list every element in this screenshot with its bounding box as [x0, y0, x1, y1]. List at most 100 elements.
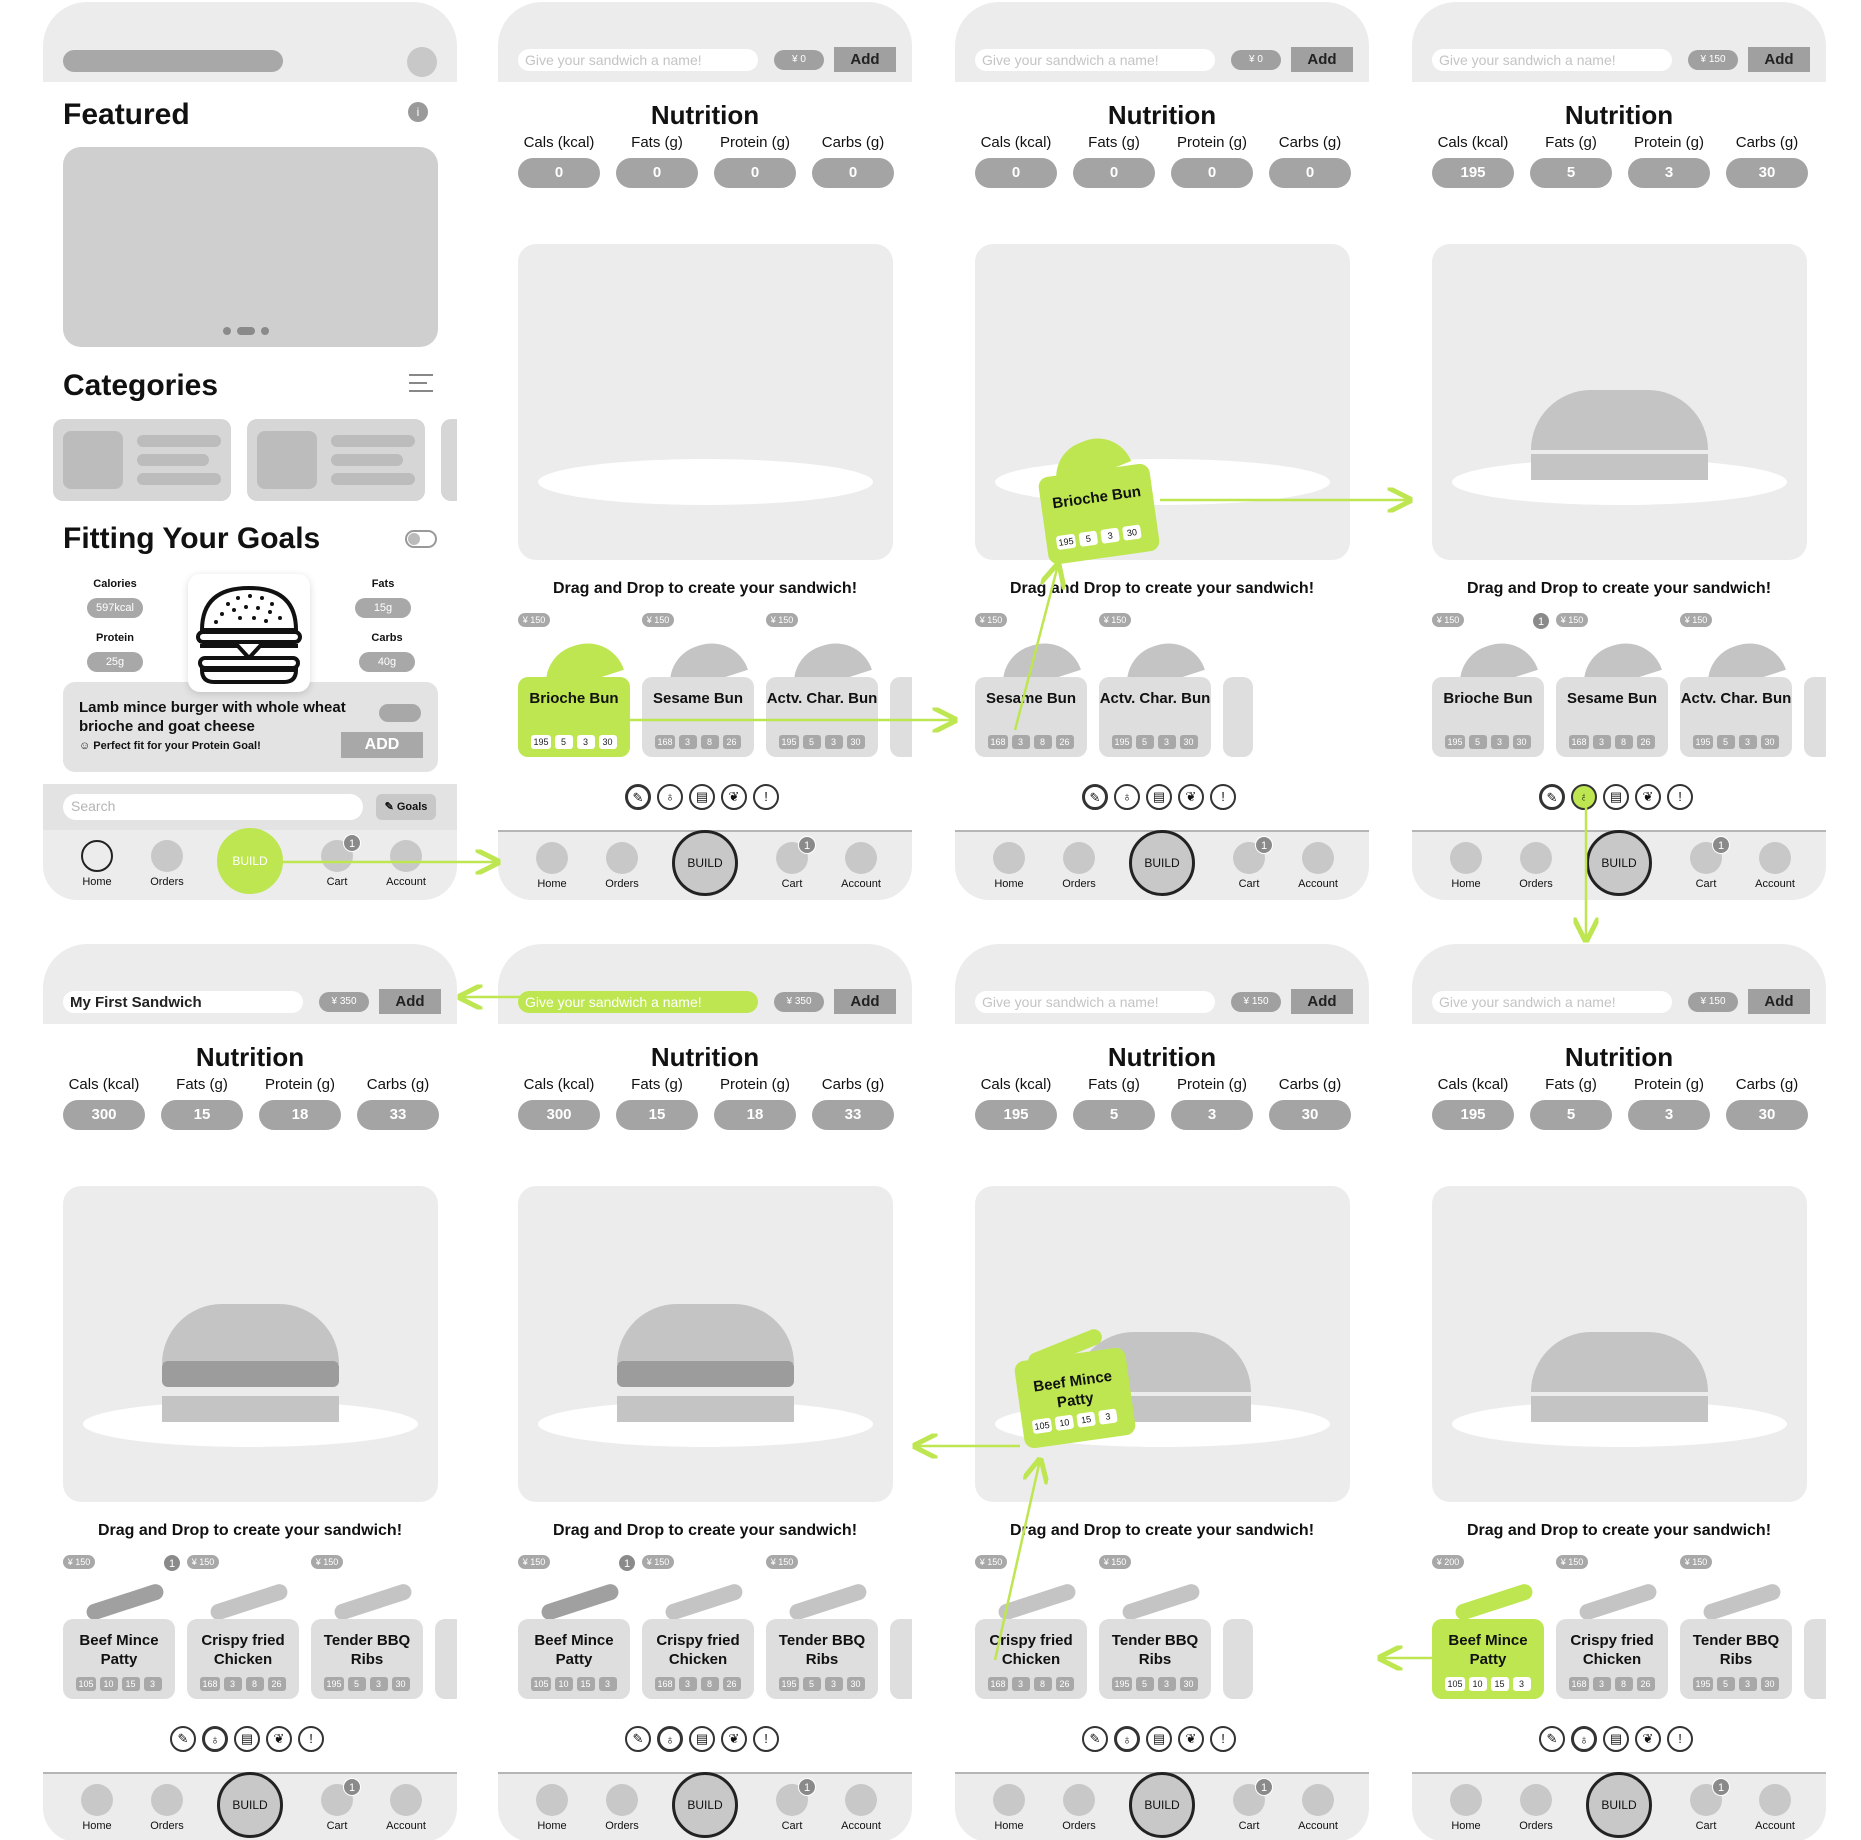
nav-home[interactable]: Home: [522, 1784, 582, 1832]
nav-orders[interactable]: Orders: [1506, 842, 1566, 890]
sandwich-stage[interactable]: [1432, 1186, 1807, 1502]
ingredient-card[interactable]: ¥ 150 Sesame Bun 168 3 8 26: [975, 607, 1087, 757]
ingredient-card[interactable]: ¥ 150 Sesame Bun 168 3 8 26: [1556, 607, 1668, 757]
veggie-category-icon[interactable]: ❦: [1178, 784, 1204, 810]
ingredient-card[interactable]: ¥ 150 Brioche Bun 195 5 3 30: [518, 607, 630, 757]
build-button[interactable]: BUILD: [217, 1772, 283, 1838]
sauce-category-icon[interactable]: !: [753, 1726, 779, 1752]
ingredient-card[interactable]: ¥ 150 Actv. Char. Bun 195 5 3 30: [1099, 607, 1211, 757]
meat-category-icon[interactable]: ♁: [1114, 784, 1140, 810]
nav-home[interactable]: Home: [979, 842, 1039, 890]
nav-cart[interactable]: 1 Cart: [307, 1778, 367, 1832]
meat-category-icon[interactable]: ♁: [1571, 784, 1597, 810]
meat-category-icon[interactable]: ♁: [1114, 1726, 1140, 1752]
sandwich-stage[interactable]: [518, 244, 893, 560]
menu-lines-icon[interactable]: [409, 374, 433, 394]
nav-orders[interactable]: Orders: [1049, 842, 1109, 890]
veggie-category-icon[interactable]: ❦: [1635, 1726, 1661, 1752]
nav-account[interactable]: Account: [831, 1784, 891, 1832]
nav-orders[interactable]: Orders: [1049, 1784, 1109, 1832]
build-button[interactable]: BUILD: [1586, 830, 1652, 896]
build-button[interactable]: BUILD: [1129, 830, 1195, 896]
nav-cart[interactable]: 1 Cart: [762, 836, 822, 890]
nav-account[interactable]: Account: [831, 842, 891, 890]
nav-cart[interactable]: 1 Cart: [1219, 836, 1279, 890]
sandwich-name-input[interactable]: Give your sandwich a name!: [518, 991, 758, 1013]
goals-toggle[interactable]: [405, 530, 437, 548]
sandwich-name-input[interactable]: Give your sandwich a name!: [975, 49, 1215, 71]
ingredient-card[interactable]: [1804, 1549, 1826, 1699]
ingredient-card[interactable]: ¥ 150 Sesame Bun 168 3 8 26: [642, 607, 754, 757]
veggie-category-icon[interactable]: ❦: [1178, 1726, 1204, 1752]
ingredient-card[interactable]: ¥ 150 Tender BBQ Ribs 195 5 3 30: [311, 1549, 423, 1699]
info-icon[interactable]: i: [408, 102, 428, 122]
nav-account[interactable]: Account: [1745, 842, 1805, 890]
sandwich-name-input[interactable]: My First Sandwich: [63, 991, 303, 1013]
recommended-item-card[interactable]: Lamb mince burger with whole wheat brioc…: [63, 682, 438, 772]
nav-orders[interactable]: Orders: [137, 1784, 197, 1832]
ingredient-card[interactable]: ¥ 150 1 Brioche Bun 195 5 3 30: [1432, 607, 1550, 757]
ingredient-card[interactable]: ¥ 150 Crispy fried Chicken 168 3 8 26: [1556, 1549, 1668, 1699]
sauce-category-icon[interactable]: !: [1210, 1726, 1236, 1752]
ingredient-card[interactable]: ¥ 150 Crispy fried Chicken 168 3 8 26: [642, 1549, 754, 1699]
meat-category-icon[interactable]: ♁: [657, 1726, 683, 1752]
ingredient-card[interactable]: [435, 1549, 457, 1699]
sandwich-name-input[interactable]: Give your sandwich a name!: [518, 49, 758, 71]
sauce-category-icon[interactable]: !: [1667, 1726, 1693, 1752]
search-input[interactable]: Search: [63, 794, 363, 820]
featured-carousel[interactable]: [63, 147, 438, 347]
sandwich-stage[interactable]: [975, 244, 1350, 560]
sandwich-stage[interactable]: [518, 1186, 893, 1502]
add-sandwich-button[interactable]: Add: [1291, 989, 1353, 1014]
ingredient-card[interactable]: [890, 607, 912, 757]
ingredient-card[interactable]: ¥ 150 Crispy fried Chicken 168 3 8 26: [975, 1549, 1087, 1699]
cheese-category-icon[interactable]: ▤: [234, 1726, 260, 1752]
ingredient-card[interactable]: ¥ 150 Tender BBQ Ribs 195 5 3 30: [1680, 1549, 1792, 1699]
nav-orders[interactable]: Orders: [137, 840, 197, 888]
bread-category-icon[interactable]: ✎: [625, 1726, 651, 1752]
dragged-ingredient[interactable]: Beef Mince Patty 105 10 15 3: [1013, 1326, 1137, 1450]
add-sandwich-button[interactable]: Add: [379, 989, 441, 1014]
add-recommended-button[interactable]: ADD: [341, 732, 423, 758]
nav-account[interactable]: Account: [376, 1784, 436, 1832]
veggie-category-icon[interactable]: ❦: [721, 1726, 747, 1752]
add-sandwich-button[interactable]: Add: [834, 989, 896, 1014]
cheese-category-icon[interactable]: ▤: [689, 1726, 715, 1752]
nav-cart[interactable]: 1 Cart: [307, 834, 367, 888]
goals-button[interactable]: ✎ Goals: [376, 794, 436, 820]
nav-orders[interactable]: Orders: [1506, 1784, 1566, 1832]
sandwich-stage[interactable]: [1432, 244, 1807, 560]
nav-account[interactable]: Account: [376, 840, 436, 888]
ingredient-card[interactable]: ¥ 150 1 Beef Mince Patty 105 10 15 3: [63, 1549, 181, 1699]
bread-category-icon[interactable]: ✎: [1082, 1726, 1108, 1752]
bread-category-icon[interactable]: ✎: [625, 784, 651, 810]
add-sandwich-button[interactable]: Add: [1291, 47, 1353, 72]
cheese-category-icon[interactable]: ▤: [1603, 784, 1629, 810]
meat-category-icon[interactable]: ♁: [1571, 1726, 1597, 1752]
nav-cart[interactable]: 1 Cart: [762, 1778, 822, 1832]
nav-home[interactable]: Home: [1436, 842, 1496, 890]
nav-home[interactable]: Home: [979, 1784, 1039, 1832]
cheese-category-icon[interactable]: ▤: [1603, 1726, 1629, 1752]
nav-cart[interactable]: 1 Cart: [1676, 836, 1736, 890]
nav-home[interactable]: Home: [1436, 1784, 1496, 1832]
ingredient-card[interactable]: ¥ 150 1 Beef Mince Patty 105 10 15 3: [518, 1549, 636, 1699]
ingredient-card[interactable]: [890, 1549, 912, 1699]
add-sandwich-button[interactable]: Add: [834, 47, 896, 72]
cheese-category-icon[interactable]: ▤: [1146, 1726, 1172, 1752]
sandwich-name-input[interactable]: Give your sandwich a name!: [1432, 991, 1672, 1013]
nav-orders[interactable]: Orders: [592, 842, 652, 890]
meat-category-icon[interactable]: ♁: [202, 1726, 228, 1752]
dragged-ingredient[interactable]: Brioche Bun 195 5 3 30: [1037, 427, 1161, 566]
ingredient-card[interactable]: [1223, 607, 1253, 757]
build-button[interactable]: BUILD: [217, 828, 283, 894]
profile-avatar[interactable]: [407, 47, 437, 77]
nav-orders[interactable]: Orders: [592, 1784, 652, 1832]
bread-category-icon[interactable]: ✎: [1082, 784, 1108, 810]
add-sandwich-button[interactable]: Add: [1748, 47, 1810, 72]
add-sandwich-button[interactable]: Add: [1748, 989, 1810, 1014]
build-button[interactable]: BUILD: [672, 1772, 738, 1838]
meat-category-icon[interactable]: ♁: [657, 784, 683, 810]
bread-category-icon[interactable]: ✎: [170, 1726, 196, 1752]
veggie-category-icon[interactable]: ❦: [266, 1726, 292, 1752]
